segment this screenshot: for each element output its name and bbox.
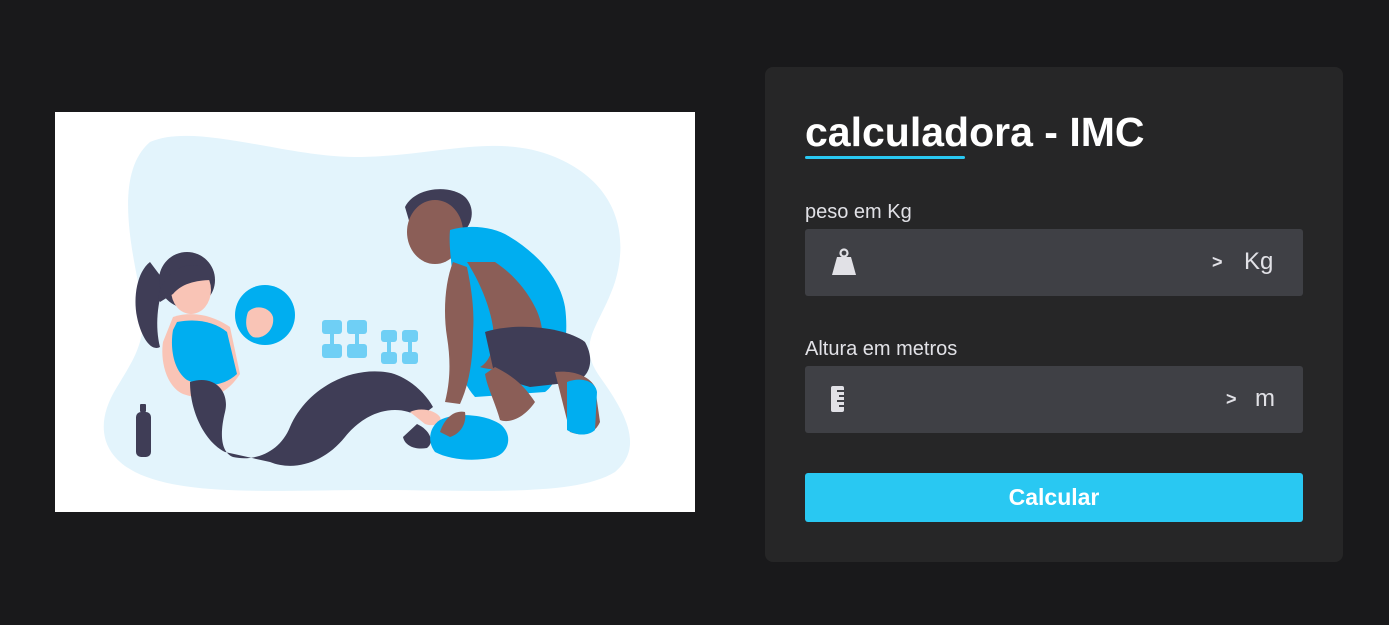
height-field[interactable]: > m	[805, 366, 1303, 433]
calculate-button[interactable]: Calcular	[805, 473, 1303, 522]
weight-arrow-icon: >	[1212, 252, 1223, 272]
height-arrow-icon: >	[1226, 389, 1237, 409]
bmi-calculator-card: calculadora - IMC peso em Kg > Kg Altura…	[765, 67, 1343, 562]
page-title: calculadora - IMC	[805, 109, 1145, 155]
weight-label: peso em Kg	[805, 201, 912, 223]
height-input[interactable]	[875, 378, 1199, 423]
weight-input[interactable]	[875, 241, 1199, 286]
weight-icon	[829, 247, 859, 277]
ruler-icon	[829, 384, 859, 414]
height-label: Altura em metros	[805, 338, 958, 360]
title-underline	[805, 156, 965, 159]
fitness-illustration	[55, 112, 695, 512]
weight-field[interactable]: > Kg	[805, 229, 1303, 296]
weight-unit: Kg	[1244, 248, 1274, 275]
height-unit: m	[1255, 385, 1275, 412]
